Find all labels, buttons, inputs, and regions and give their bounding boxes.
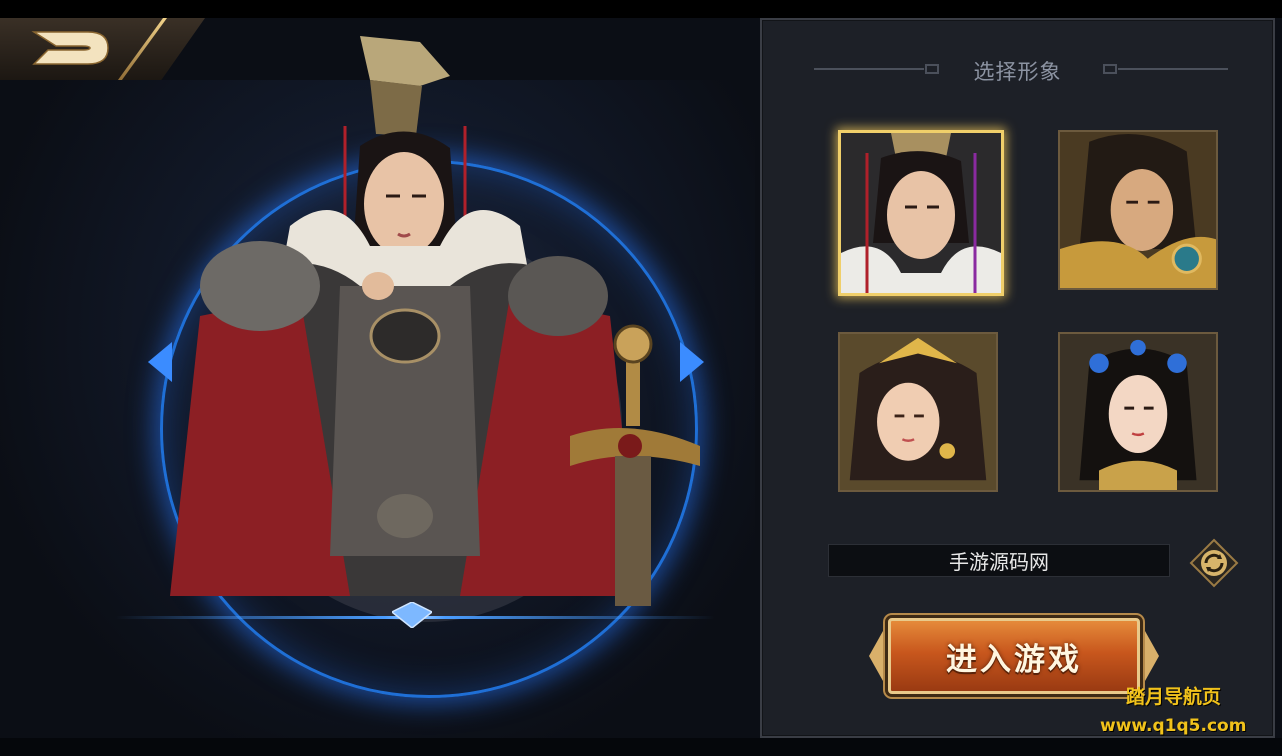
button-cap-left <box>869 631 883 681</box>
character-select-panel: 选择形象 手游源码网 进入游戏 <box>760 18 1275 738</box>
portrait-female-golden[interactable] <box>838 332 998 492</box>
button-cap-right <box>1145 631 1159 681</box>
top-letterbox <box>0 0 1282 18</box>
stage-gem-icon <box>392 602 432 628</box>
female-golden-icon <box>840 334 996 490</box>
character-name-input[interactable] <box>828 544 1170 577</box>
female-blue-icon <box>1060 334 1216 490</box>
portrait-male-warlord[interactable] <box>838 130 1004 296</box>
bottom-letterbox <box>0 738 1282 756</box>
male-warlord-icon <box>841 133 1001 293</box>
watermark-url: www.q1q5.com <box>1100 716 1247 736</box>
portrait-male-warrior[interactable] <box>1058 130 1218 290</box>
male-warrior-icon <box>1060 132 1216 288</box>
back-arrow-icon <box>31 31 109 65</box>
dice-refresh-icon[interactable] <box>1189 538 1239 588</box>
hero-stage <box>0 36 755 756</box>
enter-game-label: 进入游戏 <box>946 641 1082 678</box>
enter-game-button[interactable]: 进入游戏 <box>869 618 1140 694</box>
title-ornament-right <box>1103 64 1228 74</box>
portrait-female-blue[interactable] <box>1058 332 1218 492</box>
watermark-title: 踏月导航页 <box>1126 686 1222 708</box>
hero-character-art <box>170 36 700 606</box>
